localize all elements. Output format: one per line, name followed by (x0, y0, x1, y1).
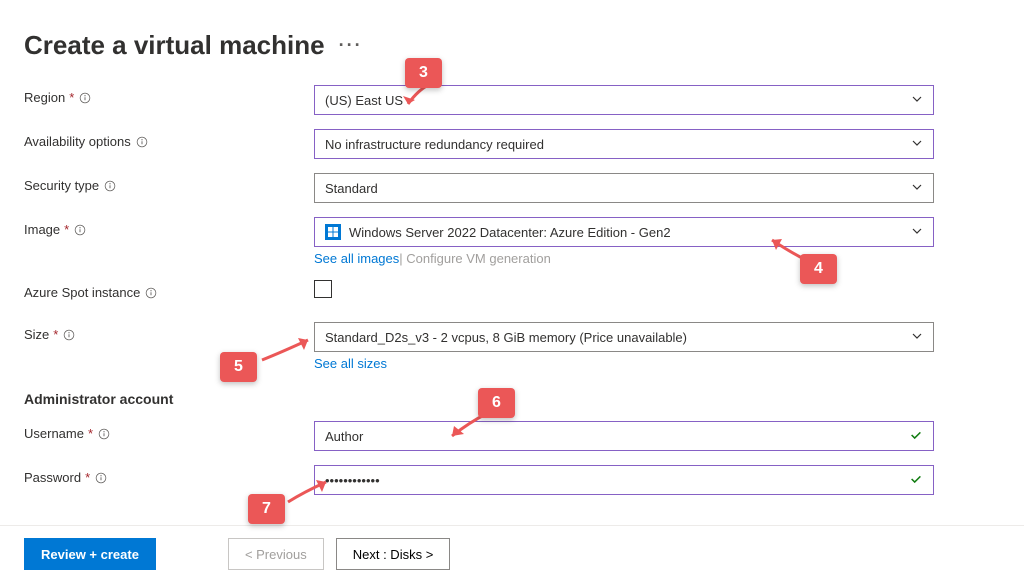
security-select[interactable]: Standard (314, 173, 934, 203)
next-button[interactable]: Next : Disks > (336, 538, 451, 570)
info-icon[interactable] (144, 286, 158, 300)
username-value: Author (325, 429, 909, 444)
size-value: Standard_D2s_v3 - 2 vcpus, 8 GiB memory … (325, 330, 911, 345)
username-input[interactable]: Author (314, 421, 934, 451)
page-title: Create a virtual machine ··· (24, 30, 1000, 61)
size-select[interactable]: Standard_D2s_v3 - 2 vcpus, 8 GiB memory … (314, 322, 934, 352)
availability-value: No infrastructure redundancy required (325, 137, 911, 152)
annotation-callout-7: 7 (248, 494, 285, 524)
wizard-footer: Review + create < Previous Next : Disks … (0, 525, 1024, 582)
spot-label: Azure Spot instance (24, 280, 314, 300)
chevron-down-icon (911, 181, 923, 196)
region-label: Region * (24, 85, 314, 105)
password-value: •••••••••••• (325, 473, 909, 488)
info-icon[interactable] (97, 427, 111, 441)
previous-button: < Previous (228, 538, 324, 570)
info-icon[interactable] (135, 135, 149, 149)
see-all-sizes-link[interactable]: See all sizes (314, 356, 387, 371)
image-value: Windows Server 2022 Datacenter: Azure Ed… (349, 225, 911, 240)
chevron-down-icon (911, 225, 923, 240)
region-value: (US) East US (325, 93, 911, 108)
info-icon[interactable] (78, 91, 92, 105)
windows-icon (325, 224, 341, 240)
see-all-images-link[interactable]: See all images (314, 251, 399, 266)
info-icon[interactable] (94, 471, 108, 485)
admin-account-heading: Administrator account (24, 391, 1000, 407)
availability-select[interactable]: No infrastructure redundancy required (314, 129, 934, 159)
password-label: Password * (24, 465, 314, 485)
review-create-button[interactable]: Review + create (24, 538, 156, 570)
info-icon[interactable] (73, 223, 87, 237)
username-label: Username * (24, 421, 314, 441)
chevron-down-icon (911, 330, 923, 345)
check-icon (909, 428, 923, 445)
page-title-text: Create a virtual machine (24, 30, 325, 61)
spot-checkbox[interactable] (314, 280, 332, 298)
security-value: Standard (325, 181, 911, 196)
password-input[interactable]: •••••••••••• (314, 465, 934, 495)
chevron-down-icon (911, 93, 923, 108)
image-select[interactable]: Windows Server 2022 Datacenter: Azure Ed… (314, 217, 934, 247)
security-label: Security type (24, 173, 314, 193)
ellipsis-icon[interactable]: ··· (339, 35, 363, 56)
info-icon[interactable] (62, 328, 76, 342)
availability-label: Availability options (24, 129, 314, 149)
configure-vm-generation: Configure VM generation (406, 251, 551, 266)
check-icon (909, 472, 923, 489)
region-select[interactable]: (US) East US (314, 85, 934, 115)
size-label: Size * (24, 322, 314, 342)
info-icon[interactable] (103, 179, 117, 193)
chevron-down-icon (911, 137, 923, 152)
image-label: Image * (24, 217, 314, 237)
